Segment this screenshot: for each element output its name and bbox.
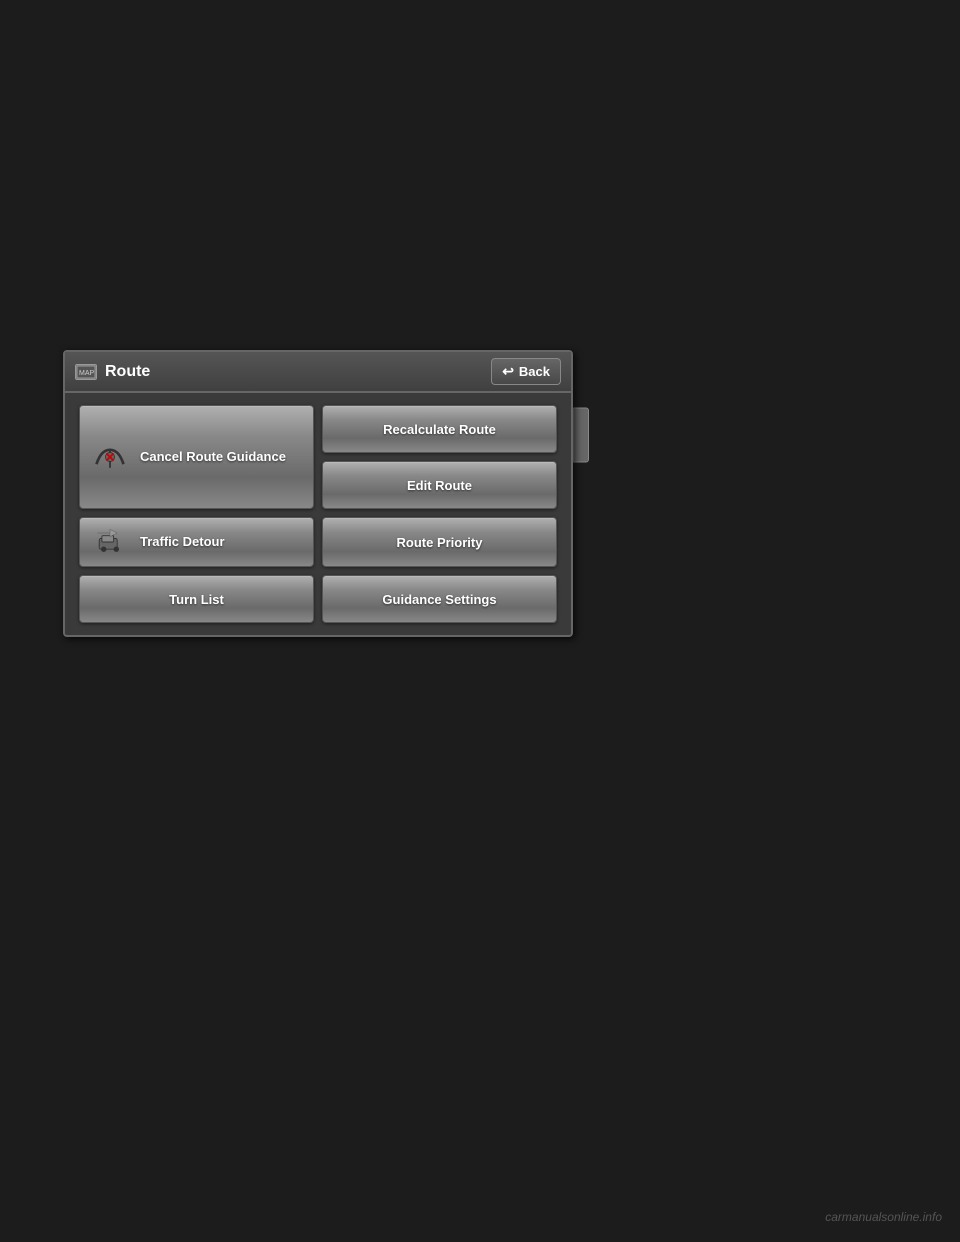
edit-route-button[interactable]: Edit Route <box>322 461 557 509</box>
back-button-label: Back <box>519 364 550 379</box>
cancel-route-label: Cancel Route Guidance <box>140 449 286 466</box>
turn-list-button[interactable]: Turn List <box>79 575 314 623</box>
route-icon: MAP <box>75 364 97 380</box>
back-arrow-icon: ↩ <box>502 363 514 380</box>
recalculate-route-button[interactable]: Recalculate Route <box>322 405 557 453</box>
side-tab <box>573 408 589 463</box>
traffic-detour-icon <box>90 524 130 560</box>
route-priority-label: Route Priority <box>397 535 483 550</box>
title-left: MAP Route <box>75 363 150 381</box>
dialog-title-bar: MAP Route ↩ Back <box>65 352 571 393</box>
cancel-route-icon <box>90 439 130 475</box>
route-priority-button[interactable]: Route Priority <box>322 517 557 567</box>
dialog-title: Route <box>105 363 150 381</box>
svg-text:MAP: MAP <box>79 370 95 377</box>
guidance-settings-button[interactable]: Guidance Settings <box>322 575 557 623</box>
watermark: carmanualsonline.info <box>825 1210 942 1224</box>
edit-route-label: Edit Route <box>407 478 472 493</box>
traffic-detour-button[interactable]: Traffic Detour <box>79 517 314 567</box>
recalculate-route-label: Recalculate Route <box>383 422 496 437</box>
guidance-settings-label: Guidance Settings <box>382 592 496 607</box>
back-button[interactable]: ↩ Back <box>491 358 561 385</box>
route-dialog: MAP Route ↩ Back Cancel Ro <box>63 350 573 637</box>
cancel-route-button[interactable]: Cancel Route Guidance <box>79 405 314 509</box>
turn-list-label: Turn List <box>169 592 224 607</box>
dialog-content: Cancel Route Guidance Recalculate Route … <box>65 393 571 635</box>
traffic-detour-label: Traffic Detour <box>140 534 225 551</box>
